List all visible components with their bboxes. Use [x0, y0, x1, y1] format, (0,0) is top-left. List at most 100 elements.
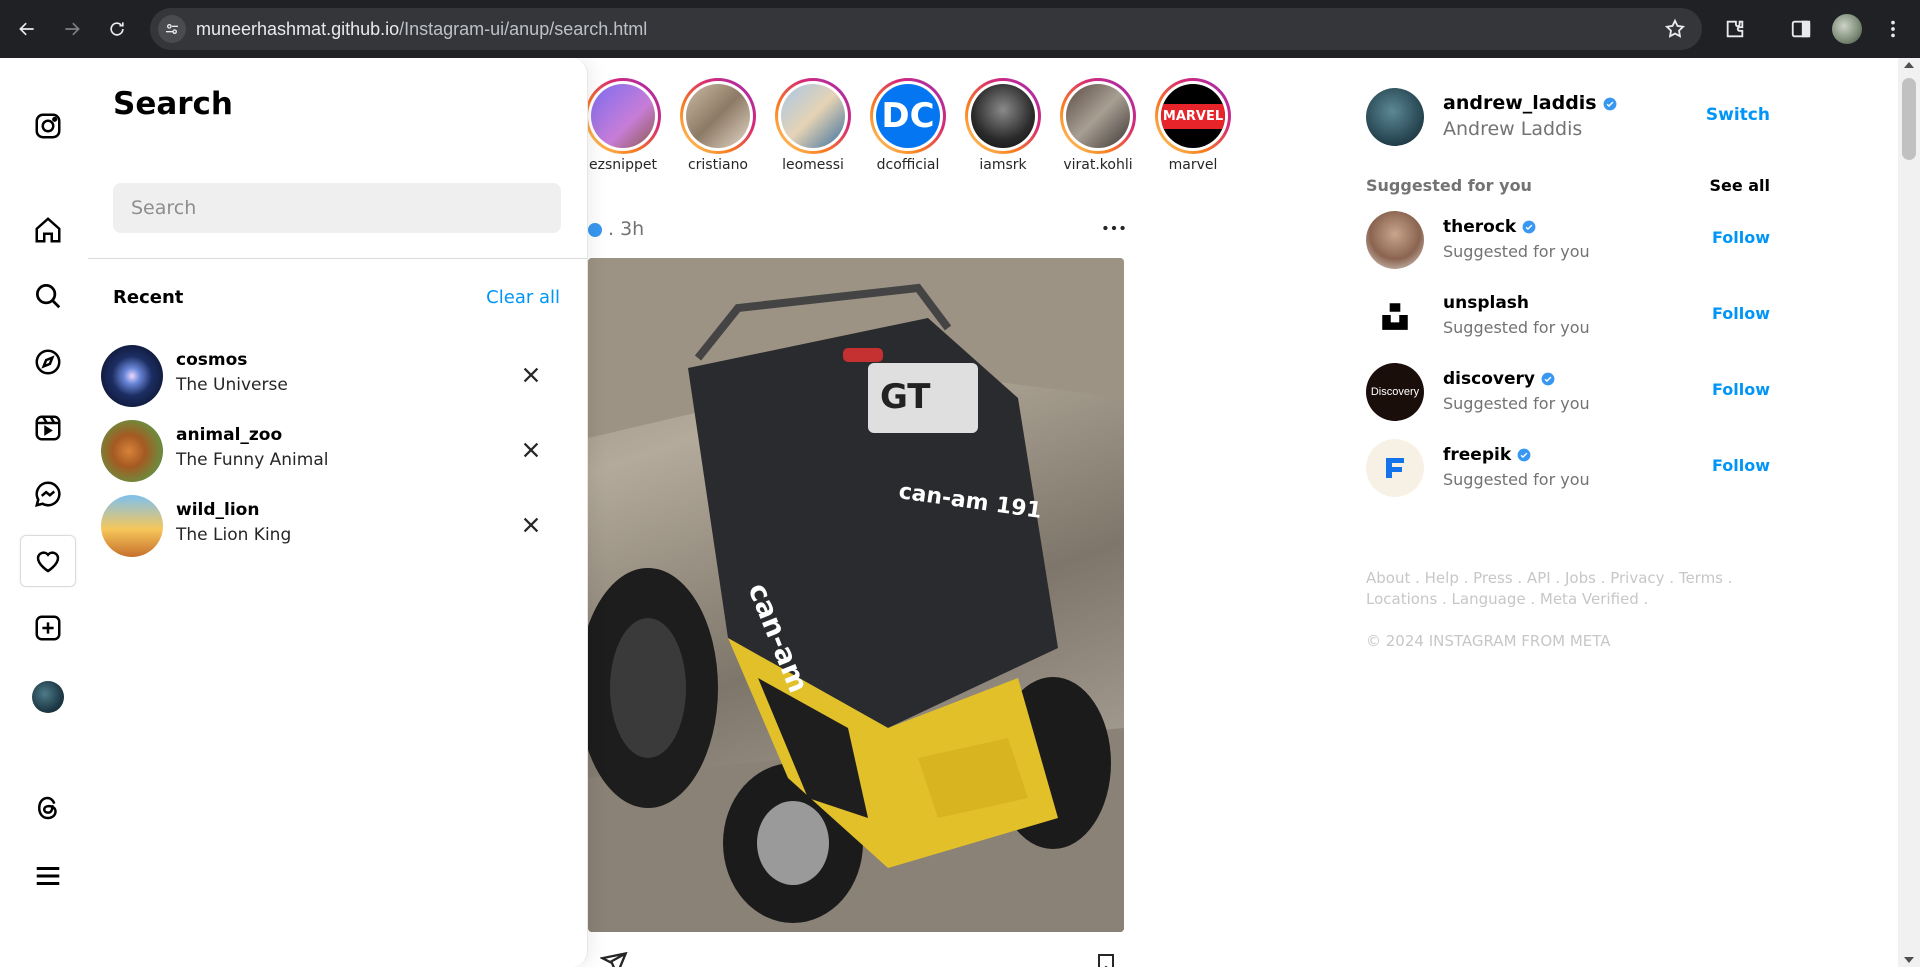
story-item[interactable]: DC dcofficial: [867, 78, 949, 173]
story-avatar: [971, 84, 1035, 148]
bookmark-star-icon[interactable]: [1664, 18, 1686, 40]
stories-row: ezsnippet cristiano leomessi DC dcoffici…: [585, 78, 1238, 178]
story-item[interactable]: cristiano: [677, 78, 759, 173]
recent-search-item[interactable]: wild_lion The Lion King: [101, 492, 576, 560]
recent-username: cosmos: [176, 350, 248, 370]
home-icon[interactable]: [20, 204, 76, 256]
story-item[interactable]: virat.kohli: [1057, 78, 1139, 173]
bookmark-icon[interactable]: [1094, 950, 1118, 967]
left-nav-rail: [0, 58, 88, 967]
avatar[interactable]: [1366, 88, 1424, 146]
search-icon[interactable]: [20, 270, 76, 322]
url-text: muneerhashmat.github.io/Instagram-ui/anu…: [196, 19, 647, 40]
forward-icon[interactable]: [57, 14, 87, 44]
utv-vehicle-illustration: GT can-am can-am 191: [588, 258, 1124, 932]
story-avatar: [1066, 84, 1130, 148]
story-label: cristiano: [687, 157, 749, 173]
story-label: dcofficial: [876, 157, 940, 173]
story-label: leomessi: [782, 157, 844, 173]
discovery-logo[interactable]: Discovery: [1366, 363, 1424, 421]
browser-menu-icon[interactable]: [1878, 14, 1908, 44]
verified-badge-icon: [588, 222, 602, 237]
notifications-heart-icon[interactable]: [20, 535, 76, 587]
create-icon[interactable]: [20, 602, 76, 654]
follow-button[interactable]: Follow: [1712, 304, 1770, 323]
close-icon[interactable]: [518, 512, 544, 538]
footer-links[interactable]: About . Help . Press . API . Jobs . Priv…: [1366, 568, 1746, 610]
follow-button[interactable]: Follow: [1712, 228, 1770, 247]
instagram-icon[interactable]: [20, 100, 76, 152]
scroll-up-icon[interactable]: [1904, 62, 1914, 68]
extensions-icon[interactable]: [1720, 14, 1750, 44]
freepik-logo[interactable]: [1366, 439, 1424, 497]
page-viewport: ezsnippet cristiano leomessi DC dcoffici…: [0, 58, 1920, 967]
suggestion-item: freepik Suggested for you Follow: [1366, 439, 1770, 497]
story-avatar: [686, 84, 750, 148]
footer-links-line[interactable]: Locations . Language . Meta Verified .: [1366, 589, 1746, 610]
scroll-down-icon[interactable]: [1904, 957, 1914, 963]
story-label: marvel: [1168, 157, 1218, 173]
avatar: [101, 420, 163, 482]
recent-username: animal_zoo: [176, 425, 283, 445]
site-info-icon[interactable]: [158, 15, 186, 43]
back-icon[interactable]: [12, 14, 42, 44]
explore-icon[interactable]: [20, 336, 76, 388]
unsplash-logo[interactable]: [1366, 287, 1424, 345]
close-icon[interactable]: [518, 437, 544, 463]
suggestion-username[interactable]: freepik: [1443, 445, 1531, 465]
follow-button[interactable]: Follow: [1712, 380, 1770, 399]
threads-icon[interactable]: [20, 782, 76, 834]
reels-icon[interactable]: [20, 402, 76, 454]
search-panel: Search Recent Clear all cosmos The Unive…: [88, 58, 588, 967]
story-item[interactable]: leomessi: [772, 78, 854, 173]
menu-icon[interactable]: [20, 850, 76, 902]
post-time: . 3h: [608, 218, 645, 240]
search-input[interactable]: [113, 183, 561, 233]
switch-account-button[interactable]: Switch: [1706, 105, 1770, 125]
story-label: virat.kohli: [1063, 157, 1133, 173]
more-options-icon[interactable]: [1100, 218, 1128, 238]
page-scrollbar[interactable]: [1898, 58, 1920, 967]
browser-profile-avatar[interactable]: [1832, 14, 1862, 44]
story-label: ezsnippet: [589, 157, 657, 173]
recent-search-item[interactable]: animal_zoo The Funny Animal: [101, 417, 576, 485]
verified-badge-icon: [1603, 97, 1617, 110]
post-image[interactable]: GT can-am can-am 191: [588, 258, 1124, 932]
suggestion-item: unsplash Suggested for you Follow: [1366, 287, 1770, 345]
follow-button[interactable]: Follow: [1712, 456, 1770, 475]
avatar[interactable]: [1366, 211, 1424, 269]
close-icon[interactable]: [518, 362, 544, 388]
suggestion-username[interactable]: unsplash: [1443, 293, 1529, 313]
current-user-username[interactable]: andrew_laddis: [1443, 92, 1617, 114]
recent-fullname: The Funny Animal: [176, 450, 329, 470]
clear-all-button[interactable]: Clear all: [486, 287, 560, 308]
suggestion-username[interactable]: therock: [1443, 217, 1536, 237]
see-all-button[interactable]: See all: [1709, 176, 1770, 195]
verified-badge-icon: [1541, 372, 1555, 386]
footer-links-line[interactable]: About . Help . Press . API . Jobs . Priv…: [1366, 568, 1746, 589]
suggestion-subtitle: Suggested for you: [1443, 242, 1590, 261]
suggested-heading: Suggested for you: [1366, 176, 1532, 195]
messenger-icon[interactable]: [20, 468, 76, 520]
profile-avatar[interactable]: [20, 671, 76, 723]
share-icon[interactable]: [598, 950, 628, 967]
story-item[interactable]: ezsnippet: [582, 78, 664, 173]
suggestion-item: Discovery discovery Suggested for you Fo…: [1366, 363, 1770, 421]
scrollbar-thumb[interactable]: [1902, 78, 1916, 160]
side-panel-icon[interactable]: [1786, 14, 1816, 44]
search-title: Search: [113, 86, 234, 122]
suggestion-username[interactable]: discovery: [1443, 369, 1555, 389]
suggestion-subtitle: Suggested for you: [1443, 318, 1590, 337]
reload-icon[interactable]: [102, 14, 132, 44]
right-sidebar: andrew_laddis Andrew Laddis Switch Sugge…: [1366, 58, 1806, 967]
recent-username: wild_lion: [176, 500, 260, 520]
verified-badge-icon: [1522, 220, 1536, 234]
copyright-text: © 2024 INSTAGRAM FROM META: [1366, 632, 1611, 650]
story-item[interactable]: iamsrk: [962, 78, 1044, 173]
address-bar[interactable]: muneerhashmat.github.io/Instagram-ui/anu…: [150, 8, 1702, 50]
story-item[interactable]: MARVEL marvel: [1152, 78, 1234, 173]
recent-search-item[interactable]: cosmos The Universe: [101, 342, 576, 410]
url-path: /Instagram-ui/anup/search.html: [399, 19, 648, 39]
avatar: [101, 345, 163, 407]
dc-logo: DC: [876, 84, 940, 148]
